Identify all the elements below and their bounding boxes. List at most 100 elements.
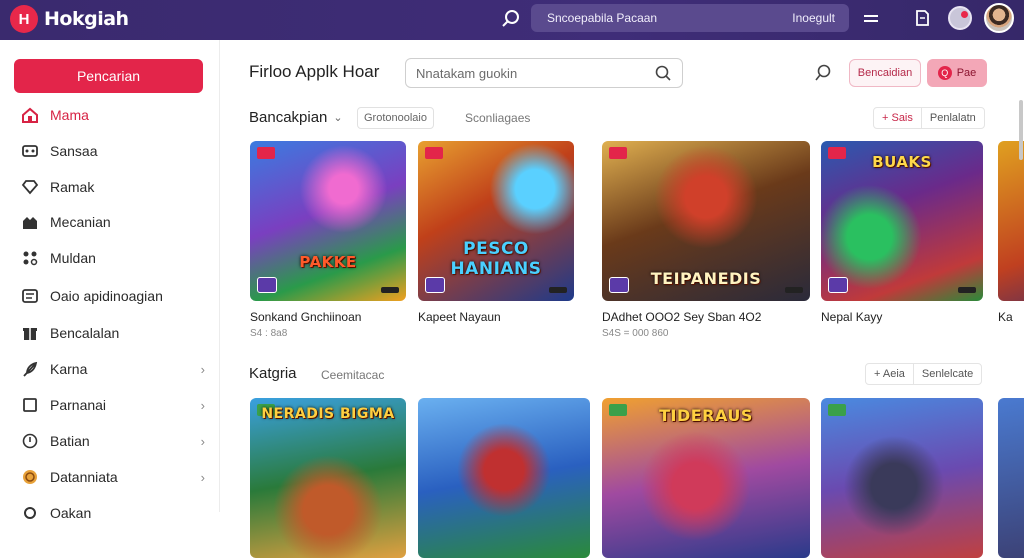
game-art-title: BUAKS <box>872 153 932 171</box>
sidebar-item-label: Batian <box>50 433 90 449</box>
chevron-down-icon: ⌄ <box>333 112 343 124</box>
sidebar-item-label: Karna <box>50 361 88 377</box>
game-thumbnail[interactable] <box>998 141 1024 301</box>
section-title-text: Katgria <box>249 365 297 382</box>
game-thumbnail[interactable] <box>821 398 983 558</box>
sidebar-item-batian[interactable]: Batian › <box>20 426 205 456</box>
chevron-right-icon: › <box>200 397 205 413</box>
section-link[interactable]: Ceemitacac <box>321 368 384 382</box>
outline-action-button[interactable]: Bencaidian <box>849 59 921 87</box>
game-card[interactable] <box>821 398 983 558</box>
menu-icon[interactable] <box>862 10 880 28</box>
game-card[interactable]: PAKKE Sonkand Gnchiinoan S4 : 8a8 <box>250 141 406 339</box>
game-card[interactable]: BUAKS Nepal Kayy <box>821 141 983 328</box>
section-link[interactable]: Sconliagaes <box>465 111 530 125</box>
search-icon[interactable] <box>500 8 522 30</box>
badge <box>609 147 627 159</box>
scrollbar[interactable] <box>1019 100 1023 160</box>
game-thumbnail[interactable]: TEIPANEDIS <box>602 141 810 301</box>
avatar[interactable] <box>984 3 1014 33</box>
section-title-text: Bancakpian <box>249 109 328 126</box>
sidebar-item-karna[interactable]: Karna › <box>20 354 205 384</box>
sidebar-item-mama[interactable]: Mama <box>20 100 205 130</box>
section-title-2[interactable]: Katgria <box>249 365 297 382</box>
game-name: Sonkand Gnchiinoan <box>250 310 362 324</box>
feather-icon <box>20 359 40 379</box>
game-thumbnail[interactable] <box>998 398 1024 558</box>
game-meta: S4S = 000 860 <box>602 328 669 339</box>
rating-icon <box>549 287 567 293</box>
game-name: Nepal Kayy <box>821 310 883 324</box>
search-primary-button[interactable]: Pencarian <box>14 59 203 93</box>
sidebar: Pencarian Mama Sansaa Ramak Mecanian Mul… <box>0 40 220 521</box>
game-thumbnail[interactable]: BUAKS <box>821 141 983 301</box>
top-bar: H Hokgiah Sncoepabila Pacaan Inoegult <box>0 0 1024 40</box>
square-icon <box>20 395 40 415</box>
sidebar-item-label: Oakan <box>50 505 92 521</box>
sidebar-item-sansaa[interactable]: Sansaa <box>20 136 205 166</box>
top-search-bar[interactable]: Sncoepabila Pacaan Inoegult <box>531 4 849 32</box>
game-card[interactable]: PESCO HANIANS Kapeet Nayaun <box>418 141 574 328</box>
top-search-action[interactable]: Inoegult <box>792 11 835 25</box>
search-input[interactable]: Nnatakam guokin <box>405 58 683 88</box>
filter-chip[interactable]: Grotonoolaio <box>357 107 434 129</box>
game-thumbnail[interactable]: PESCO HANIANS <box>418 141 574 301</box>
sidebar-item-parnanai[interactable]: Parnanai › <box>20 390 205 420</box>
sidebar-item-bencalalan[interactable]: Bencalalan <box>20 318 205 348</box>
sidebar-item-label: Datanniata <box>50 469 118 485</box>
game-thumbnail[interactable]: NERADIS BIGMA <box>250 398 406 558</box>
sidebar-item-muldan[interactable]: Muldan <box>20 243 205 273</box>
gamepad-icon <box>20 141 40 161</box>
badge <box>257 147 275 159</box>
add-button[interactable]: + Aeia <box>866 364 913 384</box>
list-icon <box>20 286 40 306</box>
segment-option[interactable]: Penlalatn <box>920 108 984 128</box>
chevron-right-icon: › <box>200 361 205 377</box>
game-thumbnail[interactable]: TIDERAUS <box>602 398 810 558</box>
top-search-value: Sncoepabila Pacaan <box>547 11 658 25</box>
users-icon <box>20 248 40 268</box>
notification-icon[interactable] <box>948 6 972 30</box>
sidebar-item-label: Sansaa <box>50 143 98 159</box>
game-card[interactable]: NERADIS BIGMA <box>250 398 406 558</box>
segment-option[interactable]: Senlelcate <box>912 364 981 384</box>
sidebar-item-oaio[interactable]: Oaio apidinoagian <box>20 281 205 311</box>
add-button[interactable]: + Sais <box>874 108 921 128</box>
platform-icon <box>257 277 277 293</box>
section-title-1[interactable]: Bancakpian ⌄ <box>249 109 343 126</box>
game-card[interactable]: TIDERAUS <box>602 398 810 558</box>
logo-mark-icon: H <box>10 5 38 33</box>
game-thumbnail[interactable] <box>418 398 590 558</box>
app-logo[interactable]: H Hokgiah <box>10 5 129 33</box>
button-badge-icon: Q <box>937 66 952 80</box>
sidebar-item-datanniata[interactable]: Datanniata › <box>20 462 205 492</box>
home-icon <box>20 105 40 125</box>
sidebar-item-label: Bencalalan <box>50 325 120 341</box>
search-icon[interactable] <box>654 64 672 82</box>
section-segment-1[interactable]: + Sais Penlalatn <box>873 107 985 129</box>
game-thumbnail[interactable]: PAKKE <box>250 141 406 301</box>
search-placeholder: Nnatakam guokin <box>416 65 518 81</box>
user-search-icon[interactable] <box>813 63 833 83</box>
page-title: Firloo Applk Hoar <box>249 62 380 81</box>
face-icon <box>20 431 40 451</box>
sidebar-item-label: Muldan <box>50 250 96 266</box>
game-name: DAdhet OOO2 Sey Sban 4O2 <box>602 310 762 324</box>
gift-icon <box>20 323 40 343</box>
game-card[interactable]: Ka <box>998 141 1024 324</box>
badge <box>425 147 443 159</box>
sidebar-item-mecanian[interactable]: Mecanian <box>20 207 205 237</box>
game-art-title: TEIPANEDIS <box>650 269 762 288</box>
game-card[interactable]: TEIPANEDIS DAdhet OOO2 Sey Sban 4O2 S4S … <box>602 141 810 339</box>
section-segment-2[interactable]: + Aeia Senlelcate <box>865 363 983 385</box>
settings-icon <box>20 503 40 523</box>
main-content: Firloo Applk Hoar Nnatakam guokin Bencai… <box>221 40 1024 558</box>
sidebar-item-label: Parnanai <box>50 397 107 413</box>
sidebar-item-ramak[interactable]: Ramak <box>20 172 205 202</box>
game-card[interactable] <box>418 398 590 558</box>
game-card[interactable] <box>998 398 1024 558</box>
document-icon[interactable] <box>912 8 932 28</box>
sidebar-item-oakan[interactable]: Oakan <box>20 498 205 528</box>
rating-icon <box>381 287 399 293</box>
filled-action-button[interactable]: Q Pae <box>927 59 987 87</box>
